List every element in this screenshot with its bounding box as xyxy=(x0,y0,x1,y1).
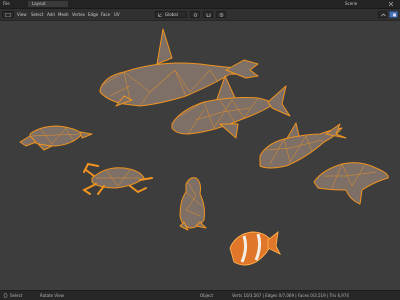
proportional-edit-icon xyxy=(219,13,224,17)
status-scene-stats: Verts 10/3,567 | Edges 0/7,069 | Faces 0… xyxy=(232,293,349,298)
shark-pectoral-fin xyxy=(219,123,239,139)
viewport-shading-button[interactable] xyxy=(389,11,398,18)
turtle-model[interactable] xyxy=(19,125,93,151)
viewport-overlays-button[interactable] xyxy=(378,11,387,18)
menu-view[interactable]: View xyxy=(17,11,27,18)
shark-tail xyxy=(267,85,291,117)
pivot-icon xyxy=(193,13,198,17)
penguin-model[interactable] xyxy=(179,177,207,231)
turtle-shell xyxy=(29,125,83,147)
transform-orientation-dropdown[interactable]: Global xyxy=(155,11,187,18)
editor-type-icon xyxy=(5,13,11,17)
transform-orientation-label: Global xyxy=(165,12,178,17)
status-bar: Select Rotate View Object Verts 10/3,567… xyxy=(0,290,400,300)
status-middle-hint: Rotate View xyxy=(40,293,64,298)
orca-tail xyxy=(225,59,259,79)
clownfish-body xyxy=(229,231,273,266)
crab-model[interactable] xyxy=(82,162,153,195)
proportional-edit-button[interactable] xyxy=(216,11,226,18)
3d-viewport[interactable] xyxy=(0,21,400,290)
menu-uv[interactable]: UV xyxy=(114,11,120,18)
seal-model[interactable] xyxy=(313,162,389,205)
overlay-icon xyxy=(381,13,386,17)
scene-selector[interactable]: Scene xyxy=(345,0,357,8)
orca-dorsal-fin xyxy=(156,28,173,65)
status-mode: Object xyxy=(200,293,214,298)
menu-face[interactable]: Face xyxy=(101,11,110,18)
magnet-icon xyxy=(206,13,211,17)
orientation-icon xyxy=(158,13,162,17)
menu-add[interactable]: Add xyxy=(47,11,55,18)
workspace-tab[interactable]: Layout xyxy=(28,1,68,7)
menu-select[interactable]: Select xyxy=(31,11,43,18)
snap-button[interactable] xyxy=(203,11,213,18)
workspace-tab-label: Layout xyxy=(32,1,46,6)
viewport-header: View Select Add Mesh Vertex Edge Face UV… xyxy=(0,9,400,21)
top-bar: File Layout Scene xyxy=(0,0,400,9)
clownfish-tail xyxy=(267,230,282,256)
menu-mesh[interactable]: Mesh xyxy=(58,11,69,18)
mouse-icon xyxy=(3,293,8,298)
seal-body xyxy=(313,162,389,205)
file-menu[interactable]: File xyxy=(3,0,10,8)
orca-model[interactable] xyxy=(99,28,259,107)
menu-edge[interactable]: Edge xyxy=(88,11,98,18)
window-close-icon[interactable] xyxy=(388,1,394,7)
clownfish-model[interactable] xyxy=(229,230,282,266)
viewport-canvas[interactable] xyxy=(0,21,400,290)
editor-type-button[interactable] xyxy=(2,11,14,18)
shark-body xyxy=(171,97,275,135)
penguin-body xyxy=(179,177,205,229)
menu-vertex[interactable]: Vertex xyxy=(72,11,85,18)
dolphin-model[interactable] xyxy=(259,122,347,169)
shading-sphere-icon xyxy=(392,13,397,17)
status-left-hint: Select xyxy=(10,293,23,298)
pivot-point-button[interactable] xyxy=(190,11,200,18)
